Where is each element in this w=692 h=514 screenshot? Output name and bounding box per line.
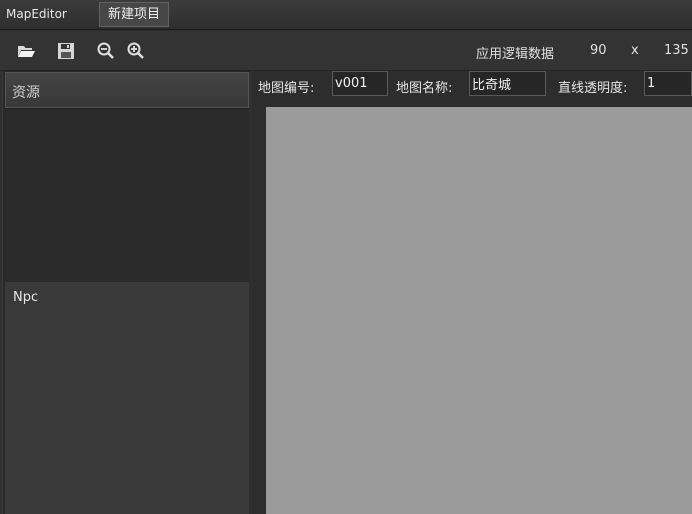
- zoom-out-icon[interactable]: [96, 41, 116, 61]
- map-id-input[interactable]: [332, 71, 388, 96]
- new-project-button[interactable]: 新建项目: [99, 2, 169, 27]
- npc-section[interactable]: Npc: [5, 282, 249, 514]
- resource-panel-header: 资源: [5, 72, 249, 108]
- map-id-label: 地图编号:: [258, 81, 315, 96]
- zoom-in-icon[interactable]: [126, 41, 146, 61]
- map-name-input[interactable]: [469, 71, 546, 96]
- map-editor-area: 地图编号: 地图名称: 直线透明度:: [252, 71, 692, 514]
- line-opacity-input[interactable]: [644, 71, 692, 96]
- apply-logic-data-button[interactable]: 应用逻辑数据: [476, 43, 554, 62]
- map-name-label: 地图名称:: [396, 81, 453, 96]
- folder-open-icon[interactable]: [16, 41, 36, 61]
- app-title: MapEditor: [6, 7, 67, 21]
- resource-list[interactable]: [5, 108, 249, 282]
- save-icon[interactable]: [56, 41, 76, 61]
- toolbar: 应用逻辑数据 90 x 135: [0, 31, 692, 71]
- map-height-value: 135: [664, 43, 689, 58]
- menu-bar: MapEditor 新建项目: [0, 0, 692, 30]
- map-canvas[interactable]: [266, 107, 692, 514]
- line-opacity-label: 直线透明度:: [558, 81, 628, 96]
- npc-label: Npc: [13, 290, 39, 305]
- panel-title: 资源: [12, 85, 40, 101]
- dimension-separator: x: [631, 43, 639, 58]
- map-width-value: 90: [590, 43, 607, 58]
- resource-panel: 资源 Npc: [2, 71, 249, 514]
